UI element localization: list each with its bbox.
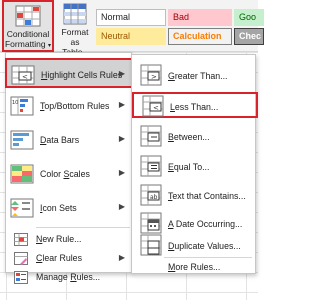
- submenu-item-label-rest: ess Than...: [174, 102, 219, 112]
- cell-style-check[interactable]: Chec: [234, 28, 264, 45]
- menu-separator: [36, 227, 130, 228]
- menu-item-label: Top/Bottom Rules: [40, 101, 109, 111]
- top-bottom-icon: 10: [10, 96, 34, 116]
- menu-separator: [164, 257, 252, 258]
- highlight-cells-icon: <: [11, 65, 35, 85]
- submenu-item-between[interactable]: Between...: [132, 124, 255, 148]
- chevron-down-icon: ▾: [47, 43, 51, 49]
- submenu-item-a-date-occurring[interactable]: A Date Occurring...: [132, 211, 255, 235]
- submenu-item-label-rest: etween...: [173, 132, 210, 142]
- submenu-item-label: A Date Occurring...: [168, 219, 242, 229]
- conditional-formatting-button[interactable]: Conditional Formatting ▾: [2, 0, 54, 52]
- menu-item-icon-sets[interactable]: Icon Sets ▶: [6, 193, 131, 223]
- menu-item-label: Icon Sets: [40, 203, 77, 213]
- menu-item-new-rule[interactable]: New Rule...: [6, 230, 131, 249]
- submenu-item-label: Between...: [168, 132, 210, 142]
- accel-key: G: [168, 71, 175, 81]
- menu-item-clear-rules[interactable]: Clear Rules ▶: [6, 249, 131, 268]
- submenu-item-label: Greater Than...: [168, 71, 228, 81]
- menu-item-label-rest: ules...: [76, 272, 101, 282]
- chevron-right-icon: ▶: [118, 253, 125, 262]
- menu-item-label-rest: ata Bars: [46, 135, 80, 145]
- svg-text:>: >: [151, 73, 157, 81]
- conditional-formatting-label-1: Conditional: [6, 29, 50, 39]
- menu-item-label: Color Scales: [40, 169, 90, 179]
- date-occurring-icon: [140, 212, 162, 234]
- menu-item-top-bottom-rules[interactable]: 10 Top/Bottom Rules ▶: [6, 91, 131, 121]
- icon-sets-icon: [10, 198, 34, 218]
- submenu-item-less-than[interactable]: < Less Than...: [132, 92, 258, 118]
- submenu-item-label-rest: Date Occurring...: [173, 219, 243, 229]
- menu-item-label-rest: ighlight Cells Rules: [47, 70, 123, 80]
- menu-item-data-bars[interactable]: Data Bars ▶: [6, 125, 131, 155]
- text-contains-icon: ab: [140, 184, 162, 206]
- menu-item-label-rest: con Sets: [42, 203, 77, 213]
- cell-style-good[interactable]: Goo: [234, 9, 264, 26]
- manage-rules-icon: [14, 271, 28, 284]
- menu-item-highlight-cells-rules[interactable]: < Highlight Cells Rules ▶: [5, 58, 133, 88]
- submenu-item-label-rest: uplicate Values...: [174, 241, 241, 251]
- chevron-right-icon: ▶: [118, 168, 125, 177]
- conditional-formatting-icon: [15, 5, 41, 27]
- chevron-right-icon: ▶: [118, 69, 125, 78]
- menu-item-manage-rules[interactable]: Manage Rules...: [6, 268, 131, 284]
- conditional-formatting-label-2: Formatting ▾: [4, 39, 52, 51]
- menu-item-label-rest: cales: [69, 169, 90, 179]
- menu-item-label-pre: Color: [40, 169, 64, 179]
- data-bars-icon: [10, 130, 34, 150]
- highlight-cells-rules-submenu: > Greater Than... < Less Than... Between…: [131, 54, 258, 277]
- conditional-formatting-menu: < Highlight Cells Rules ▶ 10 Top/Bottom …: [5, 52, 133, 284]
- menu-item-label-rest: op/Bottom Rules: [44, 101, 110, 111]
- conditional-formatting-label-2-text: Formatting: [4, 39, 46, 49]
- menu-item-label: Manage Rules...: [36, 272, 100, 282]
- menu-item-label-rest: ew Rule...: [42, 234, 82, 244]
- submenu-item-duplicate-values[interactable]: Duplicate Values...: [132, 233, 255, 257]
- color-scales-icon: [10, 164, 34, 184]
- submenu-item-text-that-contains[interactable]: ab Text that Contains...: [132, 183, 255, 207]
- svg-text:ab: ab: [150, 194, 158, 201]
- submenu-item-label-rest: ext that Contains...: [172, 191, 246, 201]
- svg-text:<: <: [153, 104, 159, 112]
- equal-to-icon: [140, 155, 162, 177]
- less-than-icon: <: [142, 95, 164, 117]
- menu-item-label-pre: Manage: [36, 272, 71, 282]
- chevron-right-icon: ▶: [118, 100, 125, 109]
- cell-style-neutral[interactable]: Neutral: [96, 28, 166, 45]
- submenu-item-label: Text that Contains...: [168, 191, 246, 201]
- greater-than-icon: >: [140, 64, 162, 86]
- submenu-item-label-rest: ore Rules...: [175, 262, 221, 272]
- cell-style-normal[interactable]: Normal: [96, 9, 166, 26]
- between-icon: [140, 125, 162, 147]
- format-as-table-button[interactable]: Format as Table ▾: [57, 0, 93, 57]
- menu-item-label: Highlight Cells Rules: [41, 70, 122, 80]
- submenu-item-label: Equal To...: [168, 162, 209, 172]
- cell-style-bad[interactable]: Bad: [168, 9, 232, 26]
- cell-style-calculation[interactable]: Calculation: [168, 28, 232, 45]
- menu-item-label-rest: lear Rules: [42, 253, 82, 263]
- submenu-item-label: Less Than...: [170, 102, 218, 112]
- submenu-item-label-rest: reater Than...: [174, 71, 228, 81]
- menu-item-label: New Rule...: [36, 234, 81, 244]
- submenu-item-greater-than[interactable]: > Greater Than...: [132, 63, 255, 87]
- menu-item-label: Data Bars: [40, 135, 79, 145]
- format-as-table-icon: [63, 3, 87, 25]
- menu-item-color-scales[interactable]: Color Scales ▶: [6, 159, 131, 189]
- duplicate-values-icon: [140, 234, 162, 256]
- submenu-item-label: Duplicate Values...: [168, 241, 241, 251]
- ribbon: Conditional Formatting ▾ Format as Table…: [0, 0, 264, 57]
- svg-text:<: <: [22, 73, 28, 81]
- menu-item-label: Clear Rules: [36, 253, 82, 263]
- submenu-item-label-rest: qual To...: [173, 162, 210, 172]
- new-rule-icon: [14, 233, 28, 246]
- format-as-table-label-1: Format as: [61, 27, 89, 47]
- chevron-right-icon: ▶: [118, 134, 125, 143]
- submenu-item-more-rules[interactable]: More Rules...: [132, 259, 255, 277]
- clear-rules-icon: [14, 252, 28, 265]
- submenu-item-equal-to[interactable]: Equal To...: [132, 154, 255, 178]
- chevron-right-icon: ▶: [118, 202, 125, 211]
- submenu-item-label: More Rules...: [168, 262, 220, 272]
- svg-text:10: 10: [12, 100, 18, 106]
